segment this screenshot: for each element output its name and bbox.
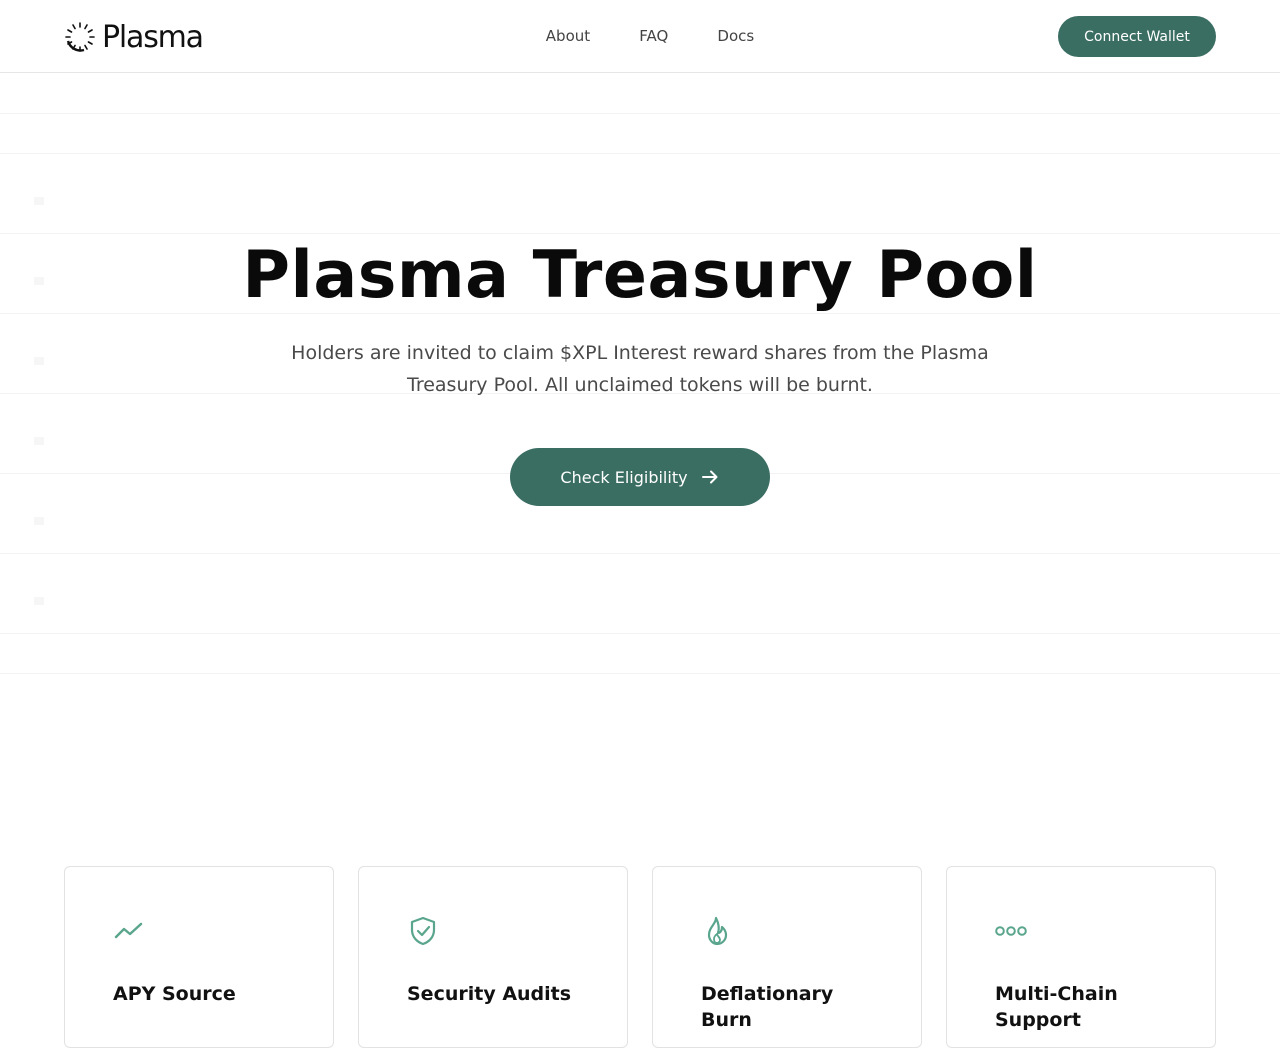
chain-links-icon	[995, 926, 1027, 936]
nav-link-about[interactable]: About	[546, 27, 590, 45]
shield-check-icon	[410, 916, 436, 946]
hero-subtitle: Holders are invited to claim $XPL Intere…	[291, 342, 989, 396]
hero-title: Plasma Treasury Pool	[242, 238, 1038, 313]
feature-card-multichain: Multi-Chain Support	[946, 866, 1216, 1048]
feature-card-title: Security Audits	[407, 983, 572, 1005]
connect-wallet-button[interactable]: Connect Wallet	[1058, 16, 1216, 57]
nav-link-docs[interactable]: Docs	[717, 27, 754, 45]
flame-icon	[707, 916, 728, 946]
feature-card-title: APY Source	[113, 983, 236, 1005]
feature-card-burn: Deflationary Burn	[652, 866, 922, 1048]
logo-text: Plasma	[102, 19, 204, 55]
feature-card-security: Security Audits	[358, 866, 628, 1048]
nav-link-faq[interactable]: FAQ	[639, 27, 668, 45]
check-eligibility-label: Check Eligibility	[560, 467, 688, 487]
trending-up-icon	[114, 922, 143, 939]
plasma-logo-icon	[65, 22, 95, 52]
check-eligibility-button[interactable]: Check Eligibility	[510, 448, 770, 506]
plasma-logo[interactable]: Plasma	[64, 19, 204, 55]
arrow-right-icon	[701, 470, 718, 484]
feature-card-apy: APY Source	[64, 866, 334, 1048]
feature-card-title: Deflationary Burn	[701, 983, 834, 1031]
feature-card-title: Multi-Chain Support	[995, 983, 1118, 1031]
top-navbar: Plasma About FAQ Docs Connect Wallet	[0, 0, 1280, 73]
